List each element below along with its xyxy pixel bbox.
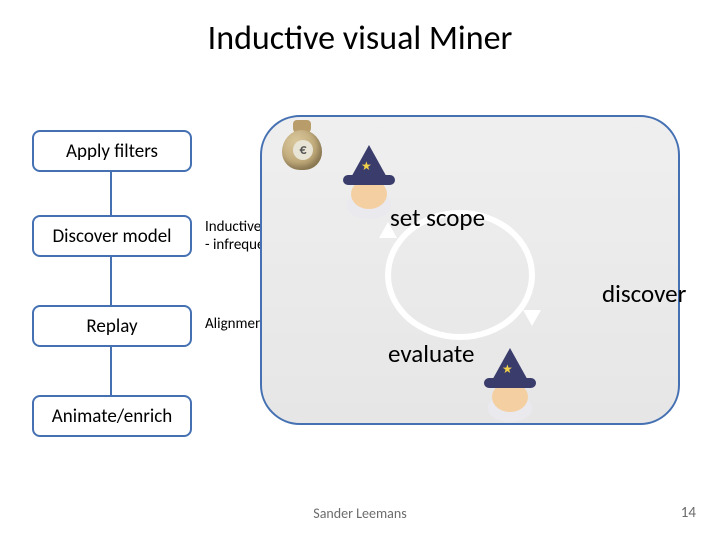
wizard-icon: ★: [337, 145, 399, 217]
stage-discover-model: Discover model: [32, 215, 192, 257]
cycle-label-set-scope: set scope: [390, 202, 485, 233]
stage-label: Discover model: [52, 225, 171, 248]
euro-symbol: €: [293, 140, 313, 160]
connector: [110, 347, 112, 395]
cycle-label-discover: discover: [602, 278, 686, 309]
stage-label: Animate/enrich: [52, 405, 173, 428]
stage-label: Replay: [86, 315, 137, 338]
connector: [110, 172, 112, 215]
money-bag-icon: €: [277, 112, 327, 172]
wizard-icon: ★: [478, 348, 540, 420]
stage-animate-enrich: Animate/enrich: [32, 395, 192, 437]
slide-number: 14: [681, 504, 696, 522]
slide-title: Inductive visual Miner: [0, 18, 720, 59]
stage-label: Apply filters: [66, 140, 158, 163]
stage-replay: Replay: [32, 305, 192, 347]
cycle-label-evaluate: evaluate: [388, 338, 474, 369]
stage-apply-filters: Apply filters: [32, 130, 192, 172]
footer-author: Sander Leemans: [0, 505, 720, 522]
slide: Inductive visual Miner Apply filters Dis…: [0, 0, 720, 540]
arrowhead-down-icon: [523, 310, 541, 326]
connector: [110, 257, 112, 305]
